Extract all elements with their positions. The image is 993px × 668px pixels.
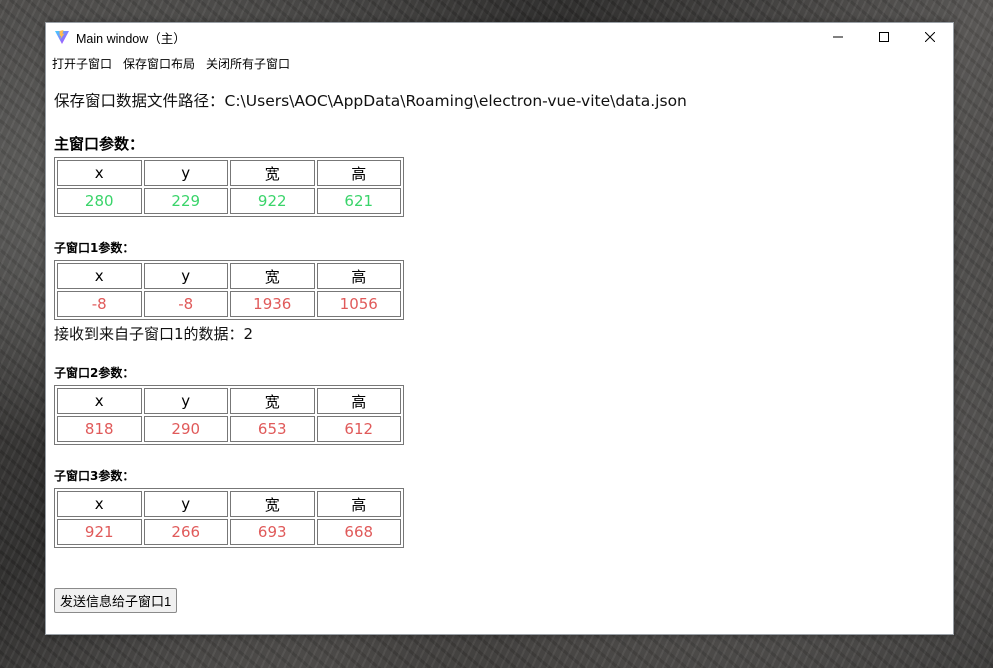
value-width: 922 xyxy=(230,188,315,214)
value-width: 1936 xyxy=(230,291,315,317)
child-window-1-params-title: 子窗口1参数： xyxy=(54,241,135,255)
value-x: 818 xyxy=(57,416,142,442)
send-to-child-1-button[interactable]: 发送信息给子窗口1 xyxy=(54,588,178,613)
header-x: x xyxy=(57,491,142,517)
main-window-params-title: 主窗口参数： xyxy=(54,135,145,153)
menu-bar: 打开子窗口 保存窗口布局 关闭所有子窗口 xyxy=(46,53,301,73)
header-x: x xyxy=(57,160,142,186)
value-x: -8 xyxy=(57,291,142,317)
main-window-params-table: x y 宽 高 280 229 922 621 xyxy=(54,157,404,217)
header-y: y xyxy=(143,491,228,517)
value-y: 266 xyxy=(143,519,228,545)
header-x: x xyxy=(57,263,142,289)
child-window-2-params-table: x y 宽 高 818 290 653 612 xyxy=(54,385,404,445)
value-x: 280 xyxy=(57,188,142,214)
value-height: 621 xyxy=(316,188,401,214)
minimize-icon xyxy=(833,36,843,38)
child-window-1-params-table: x y 宽 高 -8 -8 1936 1056 xyxy=(54,260,404,320)
vite-logo-icon xyxy=(54,29,70,45)
table-header-row: x y 宽 高 xyxy=(57,263,401,289)
header-height: 高 xyxy=(316,263,401,289)
table-row: 921 266 693 668 xyxy=(57,519,401,545)
menu-item-open-child-window[interactable]: 打开子窗口 xyxy=(52,55,112,72)
close-icon xyxy=(925,32,935,42)
value-height: 1056 xyxy=(316,291,401,317)
header-height: 高 xyxy=(316,160,401,186)
value-height: 668 xyxy=(316,519,401,545)
data-file-path: 保存窗口数据文件路径：C:\Users\AOC\AppData\Roaming\… xyxy=(54,92,687,110)
minimize-button[interactable] xyxy=(815,23,861,51)
title-bar[interactable]: Main window（主） xyxy=(46,23,953,51)
child-window-3-params-table: x y 宽 高 921 266 693 668 xyxy=(54,488,404,548)
table-row: 280 229 922 621 xyxy=(57,188,401,214)
main-window: Main window（主） 打开子窗口 保存窗口布局 关闭所有子窗口 保存窗口… xyxy=(45,22,954,635)
header-y: y xyxy=(143,388,228,414)
header-height: 高 xyxy=(316,491,401,517)
child-window-3-params-title: 子窗口3参数： xyxy=(54,469,135,483)
header-height: 高 xyxy=(316,388,401,414)
table-header-row: x y 宽 高 xyxy=(57,491,401,517)
table-header-row: x y 宽 高 xyxy=(57,160,401,186)
header-x: x xyxy=(57,388,142,414)
header-y: y xyxy=(143,263,228,289)
value-y: 290 xyxy=(143,416,228,442)
table-row: -8 -8 1936 1056 xyxy=(57,291,401,317)
value-height: 612 xyxy=(316,416,401,442)
table-row: 818 290 653 612 xyxy=(57,416,401,442)
value-y: -8 xyxy=(143,291,228,317)
value-x: 921 xyxy=(57,519,142,545)
maximize-button[interactable] xyxy=(861,23,907,51)
value-y: 229 xyxy=(143,188,228,214)
window-controls xyxy=(815,23,953,51)
received-data-text: 接收到来自子窗口1的数据：2 xyxy=(54,325,254,343)
header-width: 宽 xyxy=(230,491,315,517)
menu-item-save-layout[interactable]: 保存窗口布局 xyxy=(123,55,195,72)
maximize-icon xyxy=(879,32,889,42)
header-width: 宽 xyxy=(230,388,315,414)
child-window-2-params-title: 子窗口2参数： xyxy=(54,366,135,380)
table-header-row: x y 宽 高 xyxy=(57,388,401,414)
close-button[interactable] xyxy=(907,23,953,51)
main-content: 保存窗口数据文件路径：C:\Users\AOC\AppData\Roaming\… xyxy=(54,89,945,548)
header-y: y xyxy=(143,160,228,186)
header-width: 宽 xyxy=(230,160,315,186)
window-title: Main window（主） xyxy=(76,31,186,46)
value-width: 653 xyxy=(230,416,315,442)
value-width: 693 xyxy=(230,519,315,545)
menu-item-close-all-children[interactable]: 关闭所有子窗口 xyxy=(206,55,290,72)
header-width: 宽 xyxy=(230,263,315,289)
